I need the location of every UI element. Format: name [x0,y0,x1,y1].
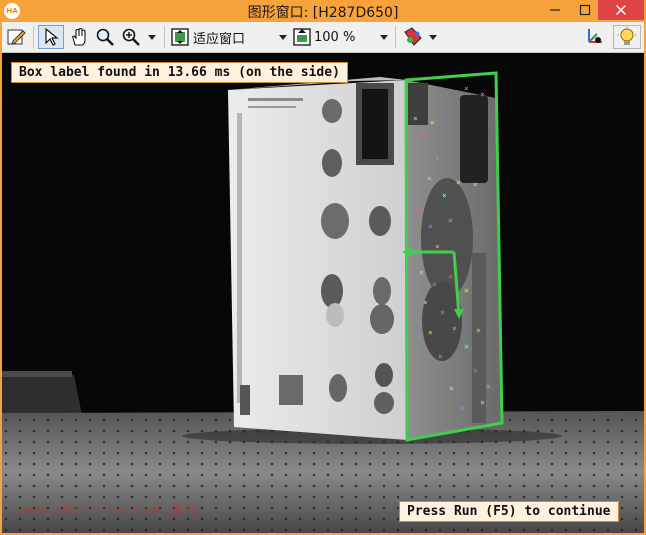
svg-text:×: × [428,222,433,231]
edit-icon [7,29,26,45]
lightbulb-button[interactable] [613,25,641,49]
svg-text:×: × [452,324,457,333]
zoom-mode-label: 适应窗口 [193,31,246,47]
svg-text:×: × [419,268,424,277]
svg-text:×: × [476,326,481,335]
svg-text:×: × [430,118,435,127]
svg-text:×: × [435,154,440,163]
svg-text:×: × [420,130,425,139]
svg-text:×: × [435,242,440,251]
color-palette-icon [404,27,422,46]
lightbulb-icon [617,26,637,45]
zoom-in-button[interactable] [118,25,144,49]
zoom-percent-icon [293,28,311,46]
minimize-icon [550,9,560,11]
zoom-mode-dropdown[interactable] [276,25,290,49]
graphics-toolbar: 适应窗口 100 % [2,22,644,53]
svg-text:×: × [480,398,485,407]
pointer-tool-button[interactable] [38,25,64,49]
svg-text:×: × [428,328,433,337]
svg-text:×: × [449,384,454,393]
close-button[interactable] [598,0,644,20]
pointer-icon [45,27,59,46]
chevron-down-icon [380,34,388,40]
watermark: www.skcircle.com 勇哥 [20,503,199,518]
pan-tool-button[interactable] [66,25,92,49]
svg-text:×: × [473,366,478,375]
magnify-tool-button[interactable] [92,25,118,49]
chevron-down-icon [148,34,156,40]
svg-text:×: × [440,308,445,317]
graphics-canvas[interactable]: × × × × × × × × × × × × × × × × × × × × × × × × × × ×… [2,53,644,533]
zoom-mode-select[interactable]: 适应窗口 [170,25,276,49]
axes-icon [588,29,602,43]
close-icon [616,5,626,15]
zoom-percent-label: 100 % [314,29,356,45]
title-bar: HA 图形窗口: [H287D650] [0,0,646,22]
color-dropdown[interactable] [426,25,440,49]
svg-text:×: × [413,114,418,123]
svg-text:×: × [423,298,428,307]
fit-window-icon [171,28,189,46]
zoom-dropdown-toggle[interactable] [145,25,159,49]
maximize-button[interactable] [570,0,600,20]
svg-text:×: × [442,191,447,200]
color-button[interactable] [400,25,426,49]
svg-text:×: × [464,286,469,295]
svg-text:×: × [438,352,443,361]
camera-image: ×× ×× ×× ×× ×× ×× ×× ×× ×× ×× ×× ×× ×× ×… [2,53,644,533]
pan-hand-icon [72,27,86,46]
svg-text:×: × [448,216,453,225]
svg-text:×: × [473,180,478,189]
zoom-percent-dropdown[interactable] [377,25,391,49]
chevron-down-icon [429,34,437,40]
maximize-icon [579,4,591,16]
svg-text:×: × [448,272,453,281]
edit-button[interactable] [4,25,30,49]
svg-text:×: × [480,90,485,99]
svg-text:×: × [460,404,465,413]
svg-text:×: × [427,174,432,183]
chevron-down-icon [279,34,287,40]
continue-message: Press Run (F5) to continue [399,501,619,522]
zoom-in-icon [122,28,140,46]
svg-text:×: × [416,206,421,215]
svg-text:×: × [464,342,469,351]
status-message: Box label found in 13.66 ms (on the side… [11,62,348,83]
axes-button[interactable] [581,25,607,49]
svg-text:×: × [432,280,437,289]
svg-text:×: × [464,84,469,93]
magnify-icon [96,28,114,46]
zoom-percent-select[interactable]: 100 % [292,25,376,49]
svg-text:×: × [486,382,491,391]
svg-text:×: × [456,178,461,187]
minimize-button[interactable] [540,0,570,20]
